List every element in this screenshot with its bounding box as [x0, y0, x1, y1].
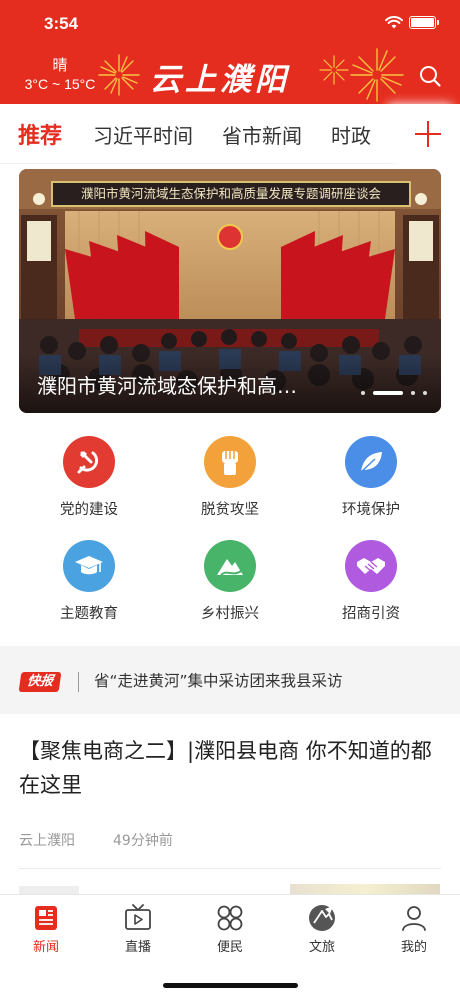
- wifi-icon: [385, 16, 403, 29]
- tabbar-item-services[interactable]: 便民: [184, 903, 276, 955]
- tab-recommend[interactable]: 推荐: [18, 118, 62, 150]
- app-header: 3:54 晴 3°C ~ 15°C 云上濮阳: [0, 0, 460, 104]
- add-channel-button[interactable]: [396, 104, 460, 164]
- banner-title: 濮阳市黄河流域态保护和高…: [37, 374, 297, 398]
- news-icon: [35, 906, 57, 930]
- shortcut-party-building[interactable]: 党的建设: [19, 426, 159, 526]
- shortcut-label: 招商引资: [342, 606, 400, 622]
- tabbar-label: 便民: [216, 940, 243, 955]
- carousel-dot[interactable]: [423, 391, 427, 395]
- app-logo: 云上濮阳: [150, 62, 290, 98]
- banner-headline-sign: 濮阳市黄河流域生态保护和高质量发展专题调研座谈会: [51, 181, 411, 207]
- next-article-thumbnail-peek: [290, 884, 440, 894]
- status-time: 3:54: [44, 14, 79, 33]
- carousel-dot-active[interactable]: [373, 391, 403, 395]
- battery-icon: [409, 16, 439, 29]
- category-tabs: 推荐 习近平时间 省市新闻 时政: [0, 104, 460, 164]
- tab-provincial-news[interactable]: 省市新闻: [222, 120, 302, 149]
- article-card[interactable]: 【聚焦电商之二】|濮阳县电商 你不知道的都在这里 云上濮阳 49分钟前: [0, 714, 460, 894]
- tabbar-item-mine[interactable]: 我的: [368, 903, 460, 955]
- search-icon[interactable]: [418, 64, 442, 88]
- shortcut-rural-revitalization[interactable]: 乡村振兴: [160, 530, 300, 630]
- shortcut-theme-education[interactable]: 主题教育: [19, 530, 159, 630]
- shortcut-environment[interactable]: 环境保护: [301, 426, 441, 526]
- flash-divider: [78, 672, 79, 692]
- carousel-dot[interactable]: [361, 391, 365, 395]
- weather-widget[interactable]: 晴 3°C ~ 15°C: [20, 56, 100, 94]
- grid-icon: [217, 905, 243, 931]
- carousel-dots: [361, 391, 427, 395]
- tabbar-item-news[interactable]: 新闻: [0, 903, 92, 955]
- firework-decoration-small: [319, 55, 349, 85]
- tab-xi-time[interactable]: 习近平时间: [93, 120, 193, 149]
- hammer-sickle-icon: [63, 436, 115, 488]
- plus-icon: [415, 121, 441, 147]
- fist-icon: [204, 436, 256, 488]
- firework-decoration-right: [350, 48, 404, 102]
- flash-news-tag: 快报: [18, 672, 62, 692]
- article-divider: [19, 868, 441, 869]
- article-meta: 云上濮阳 49分钟前: [19, 830, 173, 850]
- tabbar-label: 我的: [400, 940, 427, 955]
- shortcut-label: 脱贫攻坚: [201, 502, 259, 518]
- tabbar-label: 文旅: [308, 940, 335, 955]
- shortcut-poverty-alleviation[interactable]: 脱贫攻坚: [160, 426, 300, 526]
- tabbar-label: 直播: [124, 940, 151, 955]
- user-icon: [402, 906, 426, 931]
- travel-icon: [309, 905, 335, 931]
- leaf-icon: [345, 436, 397, 488]
- shortcut-label: 环境保护: [342, 502, 400, 518]
- mountain-icon: [204, 540, 256, 592]
- weather-temperature: 3°C ~ 15°C: [24, 76, 96, 92]
- tabbar-item-travel[interactable]: 文旅: [276, 903, 368, 955]
- carousel-dot[interactable]: [411, 391, 415, 395]
- firework-decoration-left: [98, 54, 140, 96]
- news-banner[interactable]: 濮阳市黄河流域生态保护和高质量发展专题调研座谈会 濮阳市黄河流域态保护和高…: [19, 169, 441, 413]
- graduation-cap-icon: [63, 540, 115, 592]
- handshake-icon: [345, 540, 397, 592]
- shortcut-investment[interactable]: 招商引资: [301, 530, 441, 630]
- home-indicator[interactable]: [163, 983, 298, 988]
- article-title[interactable]: 【聚焦电商之二】|濮阳县电商 你不知道的都在这里: [19, 734, 441, 802]
- next-article-peek: [19, 886, 79, 894]
- flash-news-text[interactable]: 省“走进黄河”集中采访团来我县采访: [94, 669, 343, 691]
- flash-news-bar[interactable]: 快报 省“走进黄河”集中采访团来我县采访: [0, 646, 460, 714]
- shortcut-label: 乡村振兴: [201, 606, 259, 622]
- shortcut-label: 主题教育: [60, 606, 118, 622]
- bottom-tab-bar: 新闻 直播 便民 文旅 我的: [0, 894, 460, 996]
- tabbar-item-live[interactable]: 直播: [92, 903, 184, 955]
- shortcut-label: 党的建设: [60, 502, 118, 518]
- weather-condition: 晴: [52, 56, 68, 74]
- shortcut-grid: 党的建设 脱贫攻坚 环境保护 主题教育 乡村振兴 招商引资: [0, 426, 460, 636]
- article-time: 49分钟前: [113, 833, 173, 849]
- tabbar-label: 新闻: [32, 940, 59, 955]
- status-icons: [385, 16, 439, 29]
- tab-politics[interactable]: 时政: [331, 120, 371, 149]
- tv-icon: [125, 904, 151, 930]
- article-source: 云上濮阳: [19, 833, 75, 849]
